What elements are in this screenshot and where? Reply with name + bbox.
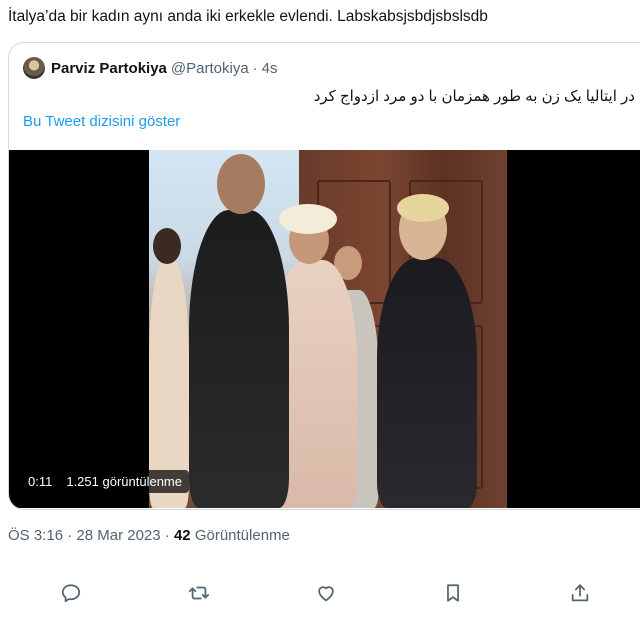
reply-icon <box>61 584 81 603</box>
tweet-time[interactable]: ÖS 3:16 <box>8 527 63 544</box>
bookmark-button[interactable] <box>438 578 468 608</box>
action-bar <box>0 578 640 608</box>
bookmark-icon <box>447 584 459 602</box>
video-player[interactable]: 0:11 1.251 görüntülenme <box>9 150 640 508</box>
video-view-count: 1.251 görüntülenme <box>66 474 182 489</box>
tweet-text: İtalya’da bir kadın aynı anda iki erkekl… <box>8 8 488 25</box>
share-button[interactable] <box>565 578 595 608</box>
author-handle[interactable]: @Partokiya <box>171 60 249 77</box>
reply-button[interactable] <box>56 578 86 608</box>
like-icon <box>318 586 334 602</box>
retweet-button[interactable] <box>184 578 214 608</box>
video-frame <box>149 150 507 508</box>
separator-dot: · <box>164 527 170 544</box>
share-icon <box>571 584 589 602</box>
tweet-meta: ÖS 3:16 · 28 Mar 2023 · 42 Görüntülenme <box>8 527 290 544</box>
retweet-icon <box>188 586 210 600</box>
show-thread-link[interactable]: Bu Tweet dizisini göster <box>23 113 180 130</box>
like-button[interactable] <box>311 578 341 608</box>
video-timestamp: 0:11 <box>28 474 53 489</box>
separator-dot: · <box>67 527 73 544</box>
view-count: 42 <box>173 527 191 544</box>
separator-dot: · <box>252 59 258 77</box>
avatar[interactable] <box>23 57 45 79</box>
video-info-badge: 0:11 1.251 görüntülenme <box>21 470 189 493</box>
view-label: Görüntülenme <box>194 527 290 544</box>
quoted-tweet-header: Parviz Partokiya @Partokiya · 4s <box>23 57 278 79</box>
post-time[interactable]: 4s <box>262 60 278 77</box>
quoted-tweet-text: در ایتالیا یک زن به طور همزمان با دو مرد… <box>313 88 635 105</box>
quoted-tweet[interactable]: Parviz Partokiya @Partokiya · 4s در ایتا… <box>8 42 640 510</box>
author-name[interactable]: Parviz Partokiya <box>51 60 167 77</box>
tweet-date[interactable]: 28 Mar 2023 <box>76 527 160 544</box>
